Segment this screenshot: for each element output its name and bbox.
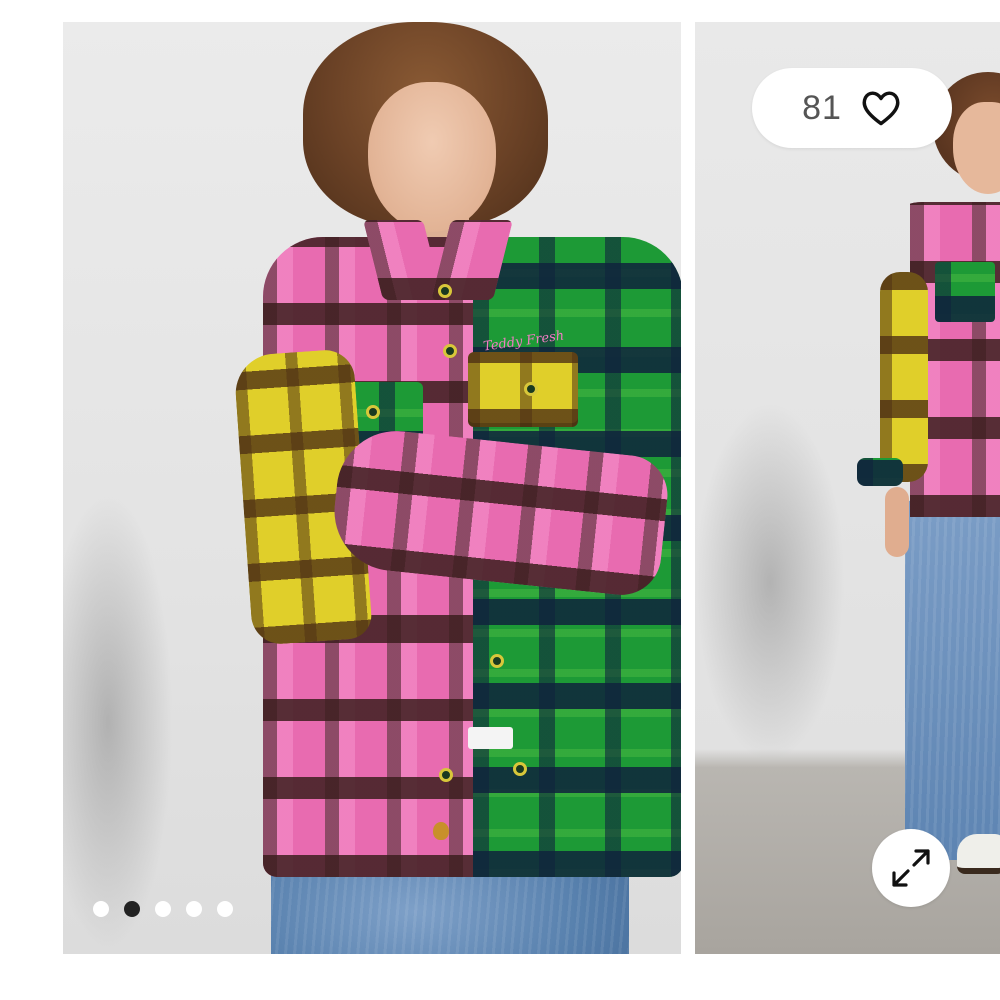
image-pagination xyxy=(93,901,233,917)
pagination-dot[interactable] xyxy=(186,901,202,917)
snap-button xyxy=(443,344,457,358)
snap-button xyxy=(366,405,380,419)
jacket-panel-pink-lower xyxy=(263,637,473,877)
jacket-sleeve-yellow xyxy=(880,272,928,482)
expand-arrows-icon xyxy=(892,849,930,887)
wall-shadow xyxy=(63,492,173,952)
model-face xyxy=(368,82,496,232)
wall-shadow xyxy=(695,402,845,762)
waistband xyxy=(468,727,513,749)
pagination-dot[interactable] xyxy=(217,901,233,917)
model-face xyxy=(953,102,1000,194)
snap-button xyxy=(524,382,538,396)
like-count: 81 xyxy=(802,88,842,127)
snap-button xyxy=(490,654,504,668)
jacket-pocket-right xyxy=(468,352,578,427)
expand-fullscreen-button[interactable] xyxy=(872,829,950,907)
pagination-dot[interactable] xyxy=(155,901,171,917)
like-button[interactable]: 81 xyxy=(752,68,952,148)
heart-outline-icon xyxy=(862,91,900,126)
product-image-main[interactable]: Teddy Fresh xyxy=(63,22,681,954)
product-image-gallery: Teddy Fresh 81 xyxy=(0,0,1000,1000)
jacket-pocket-green xyxy=(935,262,995,322)
snap-button xyxy=(438,284,452,298)
product-image-next[interactable] xyxy=(695,22,1000,954)
bear-patch xyxy=(433,822,449,840)
pagination-dot[interactable] xyxy=(93,901,109,917)
jacket-cuff xyxy=(857,458,903,486)
pagination-dot-active[interactable] xyxy=(124,901,140,917)
snap-button xyxy=(513,762,527,776)
sneaker xyxy=(957,834,1000,874)
jeans xyxy=(905,500,1000,860)
snap-button xyxy=(439,768,453,782)
